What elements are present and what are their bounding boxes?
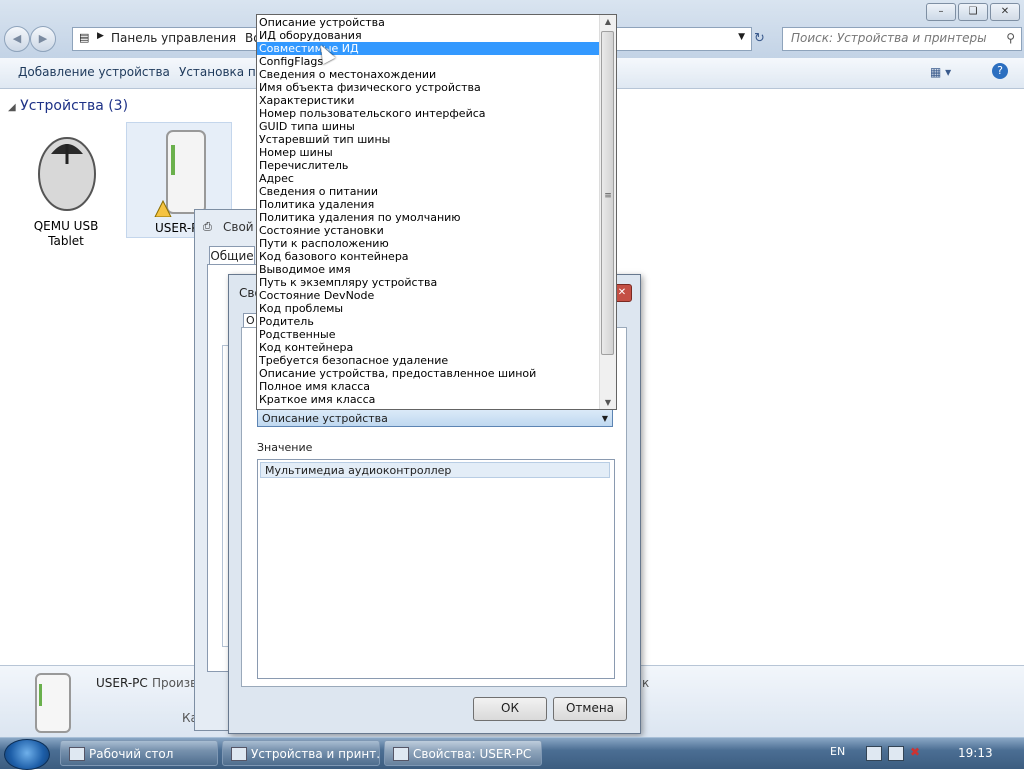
add-device-button[interactable]: Добавление устройства [18,65,170,79]
grip-icon: ≡ [604,191,612,201]
folder-icon: ▤ [79,31,90,44]
taskbar-item-desktop[interactable]: Рабочий стол [60,740,218,766]
dialog-title: Свой [223,220,254,234]
network-icon[interactable] [888,746,904,761]
start-button[interactable] [4,739,50,770]
property-select[interactable]: Описание устройства ▼ [257,409,613,427]
dropdown-option[interactable]: Перечислитель [257,159,600,172]
chevron-down-icon[interactable]: ▼ [738,32,745,42]
search-input[interactable]: Поиск: Устройства и принтеры ⚲ [782,27,1022,51]
dropdown-option[interactable]: Политика удаления [257,198,600,211]
taskbar-item-devices[interactable]: Устройства и принт... [222,740,380,766]
help-icon[interactable]: ? [992,63,1008,79]
property-dropdown-list[interactable]: Описание устройства ИД оборудования Совмес… [256,14,617,410]
dropdown-option[interactable]: Требуется безопасное удаление [257,354,600,367]
breadcrumb[interactable]: Панель управления [111,31,236,45]
dropdown-option[interactable]: Совместимые ИД [257,42,600,55]
devices-group-header[interactable]: ◢ Устройства (3) [8,98,128,114]
taskbar: Рабочий стол Устройства и принт... Свойс… [0,737,1024,770]
volume-muted-icon[interactable]: ✖ [910,745,920,759]
properties-icon [393,747,409,761]
dropdown-option[interactable]: Сведения о питании [257,185,600,198]
view-options-icon[interactable]: ▦ ▾ [930,65,951,79]
back-button[interactable]: ◀ [4,26,30,52]
taskbar-item-properties[interactable]: Свойства: USER-PC [384,740,542,766]
cancel-button[interactable]: Отмена [553,697,627,721]
dropdown-option[interactable]: Состояние установки [257,224,600,237]
clock[interactable]: 19:13 [958,746,993,760]
dropdown-option[interactable]: Сведения о местонахождении [257,68,600,81]
value-list[interactable]: Мультимедиа аудиоконтроллер [257,459,615,679]
dropdown-option[interactable]: Политика удаления по умолчанию [257,211,600,224]
dropdown-option[interactable]: Описание устройства [257,16,600,29]
close-button[interactable]: ✕ [990,3,1020,21]
details-manufacturer-label: Произв [152,676,198,690]
computer-icon [154,130,206,218]
action-center-icon[interactable] [866,746,882,761]
dropdown-option[interactable]: Код контейнера [257,341,600,354]
printer-icon [231,747,247,761]
dropdown-option[interactable]: Номер пользовательского интерфейса [257,107,600,120]
dropdown-option[interactable]: GUID типа шины [257,120,600,133]
dropdown-option[interactable]: Полное имя класса [257,380,600,393]
desktop-icon [69,747,85,761]
minimize-button[interactable]: – [926,3,956,21]
language-indicator[interactable]: EN [830,745,845,758]
value-label: Значение [257,441,313,454]
forward-button[interactable]: ▶ [30,26,56,52]
dropdown-option[interactable]: Родственные [257,328,600,341]
dropdown-option[interactable]: Адрес [257,172,600,185]
dropdown-option[interactable]: Родитель [257,315,600,328]
ok-button[interactable]: ОК [473,697,547,721]
details-extra: к [642,676,650,690]
dropdown-option[interactable]: Пути к расположению [257,237,600,250]
dropdown-option[interactable]: Имя объекта физического устройства [257,81,600,94]
dropdown-option[interactable]: ИД оборудования [257,29,600,42]
printer-icon: ⎙ [203,220,212,233]
collapse-icon[interactable]: ◢ [8,102,16,113]
scrollbar[interactable]: ▲ ≡ ▼ [599,15,616,409]
dropdown-option[interactable]: Номер шины [257,146,600,159]
dropdown-option[interactable]: Выводимое имя [257,263,600,276]
device-qemu-tablet[interactable]: QEMU USB Tablet [14,124,118,249]
scroll-up-icon[interactable]: ▲ [600,17,616,26]
mouse-icon [38,137,96,211]
dropdown-option[interactable]: Описание устройства, предоставленное шин… [257,367,600,380]
chevron-down-icon[interactable]: ▼ [602,410,608,427]
dropdown-option[interactable]: Код проблемы [257,302,600,315]
tab-general[interactable]: Общие [209,246,255,265]
details-device-name: USER-PC [96,676,148,690]
maximize-button[interactable]: ❑ [958,3,988,21]
dropdown-option[interactable]: Состояние DevNode [257,289,600,302]
dropdown-option[interactable]: Путь к экземпляру устройства [257,276,600,289]
dropdown-option[interactable]: ConfigFlags [257,55,600,68]
search-icon[interactable]: ⚲ [1006,31,1015,45]
computer-icon [35,673,71,733]
dropdown-option[interactable]: Устаревший тип шины [257,133,600,146]
list-item[interactable]: Мультимедиа аудиоконтроллер [260,462,610,478]
dropdown-option[interactable]: Характеристики [257,94,600,107]
chevron-right-icon: ▶ [97,31,104,41]
refresh-icon[interactable]: ↻ [754,31,765,46]
dropdown-option[interactable]: Краткое имя класса [257,393,600,406]
dropdown-option[interactable]: Код базового контейнера [257,250,600,263]
scroll-down-icon[interactable]: ▼ [600,398,616,407]
